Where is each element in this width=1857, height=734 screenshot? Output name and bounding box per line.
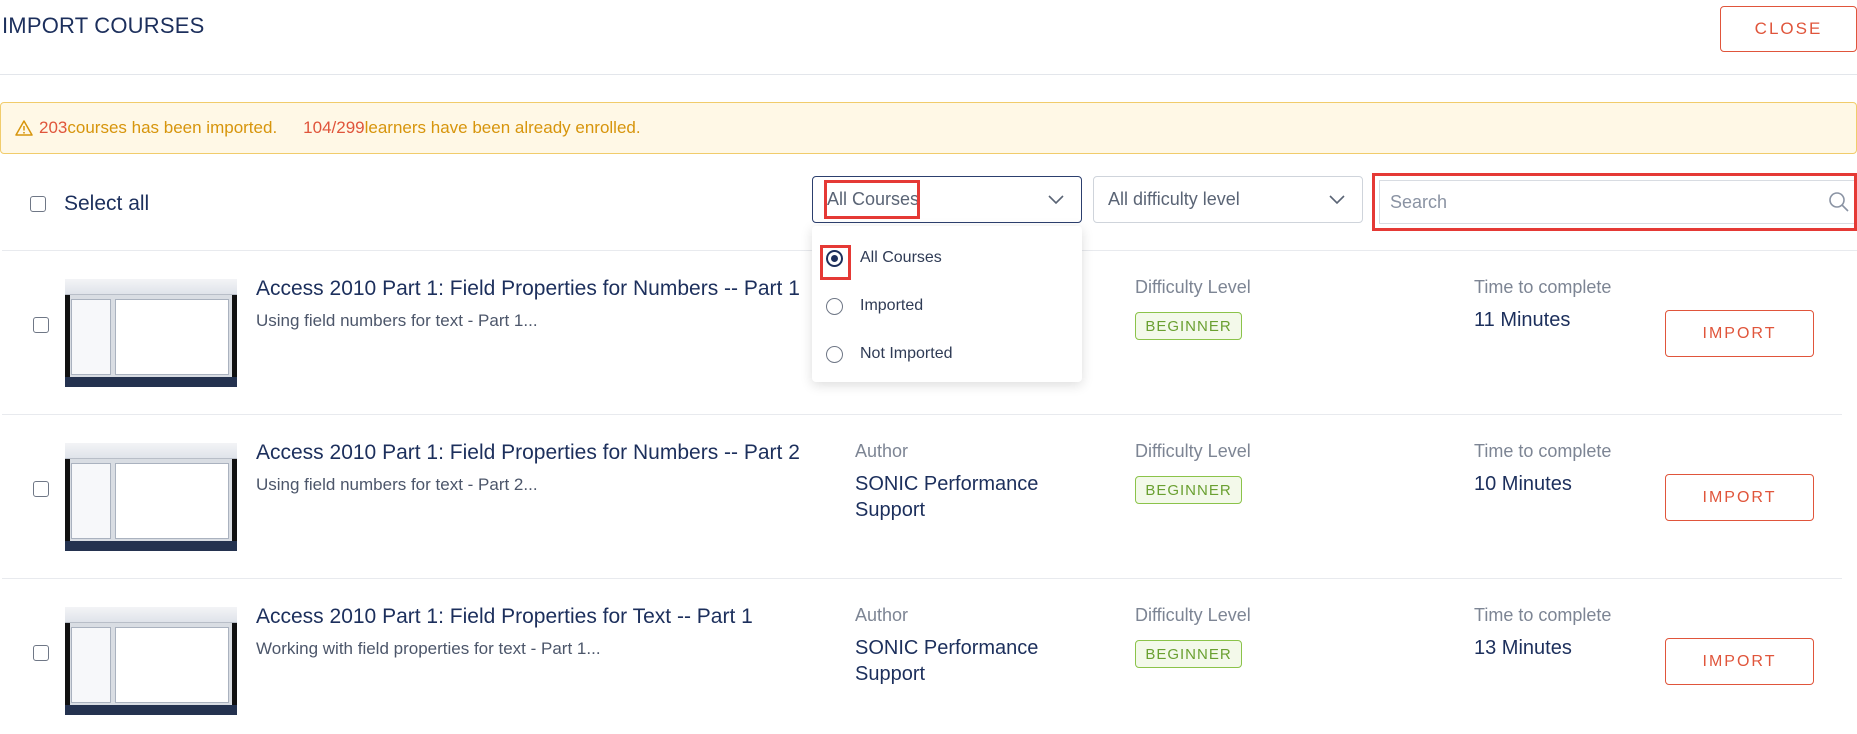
difficulty-label: Difficulty Level [1135,441,1251,461]
author-value: SONIC Performance Support [855,637,1039,685]
course-checkbox[interactable] [33,645,49,661]
course-filter-menu: All Courses Imported Not Imported [812,226,1082,382]
difficulty-badge: BEGINNER [1135,476,1242,504]
menu-option-label: All Courses [860,249,942,266]
select-all[interactable]: Select all [30,192,149,216]
page-title: IMPORT COURSES [2,13,205,38]
author-label: Author [855,605,909,625]
course-description: Using field numbers for text - Part 2... [256,475,538,494]
difficulty-badge: BEGINNER [1135,640,1242,668]
course-thumbnail [65,279,237,387]
course-description: Using field numbers for text - Part 1... [256,311,538,330]
imported-text: courses has been imported. [67,118,278,137]
difficulty-label: Difficulty Level [1135,277,1251,297]
difficulty-label: Difficulty Level [1135,605,1251,625]
import-status-alert: 203 courses has been imported. 104/299 l… [0,102,1857,154]
import-button[interactable]: IMPORT [1665,638,1814,685]
author-value: SONIC Performance Support [855,473,1039,521]
chevron-down-icon [1329,195,1345,205]
menu-option-label: Imported [860,297,924,314]
warning-icon [15,120,33,136]
search-icon[interactable] [1828,191,1850,213]
author-label: Author [855,441,909,461]
imported-count: 203 [39,118,68,137]
modal-header: IMPORT COURSES CLOSE [0,0,1857,75]
time-label: Time to complete [1474,441,1612,461]
search-highlight [1372,173,1857,231]
course-description: Working with field properties for text -… [256,639,601,658]
import-button[interactable]: IMPORT [1665,474,1814,521]
search-input[interactable] [1390,191,1790,213]
time-value: 11 Minutes [1474,309,1571,331]
search-box [1379,180,1854,224]
import-button[interactable]: IMPORT [1665,310,1814,357]
radio-all-courses[interactable] [820,244,851,280]
course-checkbox[interactable] [33,481,49,497]
select-all-checkbox[interactable] [30,196,46,212]
difficulty-filter-value: All difficulty level [1108,189,1240,209]
time-label: Time to complete [1474,277,1612,297]
difficulty-badge: BEGINNER [1135,312,1242,340]
radio-imported[interactable] [826,297,843,315]
menu-option-imported[interactable]: Imported [826,294,923,318]
chevron-down-icon [1048,195,1064,205]
radio-not-imported[interactable] [826,345,843,363]
course-row: Access 2010 Part 1: Field Properties for… [2,415,1842,579]
menu-option-all-courses[interactable]: All Courses [820,244,942,280]
close-button[interactable]: CLOSE [1720,6,1857,52]
menu-option-label: Not Imported [860,345,953,362]
course-filter-highlight [824,180,920,219]
time-value: 13 Minutes [1474,637,1572,659]
menu-option-not-imported[interactable]: Not Imported [826,342,952,366]
enrolled-text: learners have been already enrolled. [364,118,641,137]
difficulty-filter-dropdown[interactable]: All difficulty level [1093,176,1363,223]
select-all-label: Select all [64,192,150,215]
course-checkbox[interactable] [33,317,49,333]
course-title[interactable]: Access 2010 Part 1: Field Properties for… [256,277,800,301]
course-row: Access 2010 Part 1: Field Properties for… [2,579,1842,734]
course-title[interactable]: Access 2010 Part 1: Field Properties for… [256,605,753,629]
enrolled-count: 104/299 [303,118,365,137]
time-value: 10 Minutes [1474,473,1572,495]
course-thumbnail [65,443,237,551]
radio-highlight [820,244,851,280]
course-thumbnail [65,607,237,715]
course-title[interactable]: Access 2010 Part 1: Field Properties for… [256,441,800,465]
time-label: Time to complete [1474,605,1612,625]
